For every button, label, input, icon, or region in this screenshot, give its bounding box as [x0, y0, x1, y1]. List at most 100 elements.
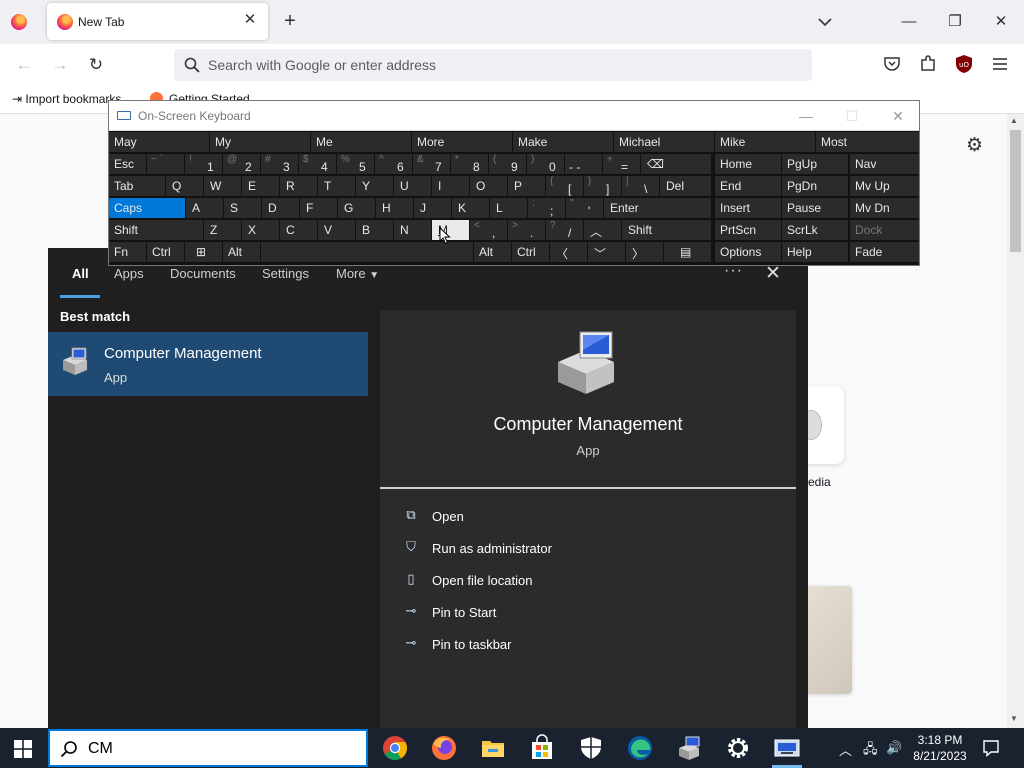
- tab-settings[interactable]: Settings: [262, 266, 309, 281]
- prediction-word[interactable]: More: [412, 132, 512, 152]
- prediction-word[interactable]: Michael: [614, 132, 714, 152]
- key-6[interactable]: ^ 6: [375, 154, 412, 174]
- key-s[interactable]: S: [224, 198, 261, 218]
- key-open-bracket[interactable]: {[: [546, 176, 583, 196]
- key-caps[interactable]: Caps: [109, 198, 185, 218]
- key-arrow-left[interactable]: 〈: [550, 242, 587, 262]
- tab-more[interactable]: More ▼: [336, 266, 379, 281]
- key-end[interactable]: End: [715, 176, 781, 196]
- reload-button[interactable]: ↻: [84, 53, 108, 77]
- pin-to-taskbar-action[interactable]: ⊸ Pin to taskbar: [402, 634, 782, 656]
- key-u[interactable]: U: [394, 176, 431, 196]
- extensions-icon[interactable]: [918, 54, 938, 74]
- key-fade[interactable]: Fade: [850, 242, 919, 262]
- tab-new-tab[interactable]: New Tab ✕: [47, 3, 268, 40]
- key-insert[interactable]: Insert: [715, 198, 781, 218]
- key-v[interactable]: V: [318, 220, 355, 240]
- key-0[interactable]: ) 0: [527, 154, 564, 174]
- prediction-word[interactable]: Most: [816, 132, 919, 152]
- minimize-window-icon[interactable]: —: [897, 10, 921, 34]
- page-scrollbar[interactable]: ▲ ▼: [1007, 114, 1024, 728]
- key-i[interactable]: I: [432, 176, 469, 196]
- key-fn[interactable]: Fn: [109, 242, 146, 262]
- key-options[interactable]: Options: [715, 242, 781, 262]
- ublock-origin-icon[interactable]: uO: [954, 54, 974, 74]
- back-button[interactable]: ←: [12, 53, 36, 77]
- key-5[interactable]: % 5: [337, 154, 374, 174]
- volume-icon[interactable]: 🔊: [886, 740, 902, 756]
- pocket-icon[interactable]: [882, 54, 902, 74]
- windows-start-icon[interactable]: [14, 740, 32, 758]
- key-1[interactable]: ! 1: [185, 154, 222, 174]
- app-menu-icon[interactable]: [990, 54, 1010, 74]
- open-action[interactable]: ⧉ Open: [402, 506, 782, 528]
- prediction-word[interactable]: May: [109, 132, 209, 152]
- close-tab-icon[interactable]: ✕: [241, 11, 259, 29]
- key-j[interactable]: J: [414, 198, 451, 218]
- key-ctrl-left[interactable]: Ctrl: [147, 242, 184, 262]
- key-minus[interactable]: - -: [565, 154, 602, 174]
- key-dock[interactable]: Dock: [850, 220, 919, 240]
- key-move-up[interactable]: Mv Up: [850, 176, 919, 196]
- key-enter[interactable]: Enter: [604, 198, 711, 218]
- key-shift-left[interactable]: Shift: [109, 220, 203, 240]
- key-n[interactable]: N: [394, 220, 431, 240]
- key-7[interactable]: & 7: [413, 154, 450, 174]
- key-w[interactable]: W: [204, 176, 241, 196]
- prediction-word[interactable]: Mike: [715, 132, 815, 152]
- key-a[interactable]: A: [186, 198, 223, 218]
- import-bookmarks-link[interactable]: ⇥ Import bookmarks: [12, 92, 121, 106]
- pin-to-start-action[interactable]: ⊸ Pin to Start: [402, 602, 782, 624]
- key-quote[interactable]: " ': [566, 198, 603, 218]
- open-file-location-action[interactable]: ▯ Open file location: [402, 570, 782, 592]
- key-q[interactable]: Q: [166, 176, 203, 196]
- tab-apps[interactable]: Apps: [114, 266, 144, 281]
- osk-maximize-icon[interactable]: ☐: [837, 105, 867, 127]
- key-4[interactable]: $4: [299, 154, 336, 174]
- settings-gear-icon[interactable]: [724, 734, 752, 762]
- run-as-admin-action[interactable]: ⛉ Run as administrator: [402, 538, 782, 560]
- microsoft-store-icon[interactable]: [528, 734, 556, 762]
- on-screen-keyboard-taskbar-icon[interactable]: [773, 734, 801, 762]
- scrollbar-thumb[interactable]: [1010, 130, 1021, 252]
- key-3[interactable]: #3: [261, 154, 298, 174]
- key-p[interactable]: P: [508, 176, 545, 196]
- scroll-up-arrow-icon[interactable]: ▲: [1010, 116, 1018, 125]
- key-o[interactable]: O: [470, 176, 507, 196]
- key-help[interactable]: Help: [782, 242, 848, 262]
- windows-security-icon[interactable]: [577, 734, 605, 762]
- key-move-down[interactable]: Mv Dn: [850, 198, 919, 218]
- key-period[interactable]: >.: [508, 220, 545, 240]
- key-pgdn[interactable]: PgDn: [782, 176, 848, 196]
- key-l[interactable]: L: [490, 198, 527, 218]
- key-ctrl-right[interactable]: Ctrl: [512, 242, 549, 262]
- key-b[interactable]: B: [356, 220, 393, 240]
- key-esc[interactable]: Esc: [109, 154, 146, 174]
- key-backslash[interactable]: | \: [622, 176, 659, 196]
- key-f[interactable]: F: [300, 198, 337, 218]
- key-arrow-down[interactable]: ﹀: [588, 242, 625, 262]
- taskbar-search-input[interactable]: [88, 738, 348, 760]
- key-arrow-up[interactable]: ︿: [584, 220, 621, 240]
- key-z[interactable]: Z: [204, 220, 241, 240]
- tab-all[interactable]: All: [72, 266, 89, 281]
- list-all-tabs-icon[interactable]: [815, 12, 835, 32]
- key-9[interactable]: (9: [489, 154, 526, 174]
- key-e[interactable]: E: [242, 176, 279, 196]
- file-explorer-icon[interactable]: [479, 734, 507, 762]
- key-tab[interactable]: Tab: [109, 176, 165, 196]
- key-del[interactable]: Del: [660, 176, 711, 196]
- url-input[interactable]: [208, 55, 798, 75]
- key-semicolon[interactable]: :;: [528, 198, 565, 218]
- forward-button[interactable]: →: [48, 53, 72, 77]
- new-tab-button[interactable]: +: [279, 9, 301, 33]
- key-alt-left[interactable]: Alt: [223, 242, 260, 262]
- key-d[interactable]: D: [262, 198, 299, 218]
- key-home[interactable]: Home: [715, 154, 781, 174]
- key-y[interactable]: Y: [356, 176, 393, 196]
- url-bar[interactable]: [174, 49, 812, 81]
- key-slash[interactable]: ? /: [546, 220, 583, 240]
- chrome-icon[interactable]: [381, 734, 409, 762]
- key-shift-right[interactable]: Shift: [622, 220, 711, 240]
- key-backspace[interactable]: ⌫: [641, 154, 711, 174]
